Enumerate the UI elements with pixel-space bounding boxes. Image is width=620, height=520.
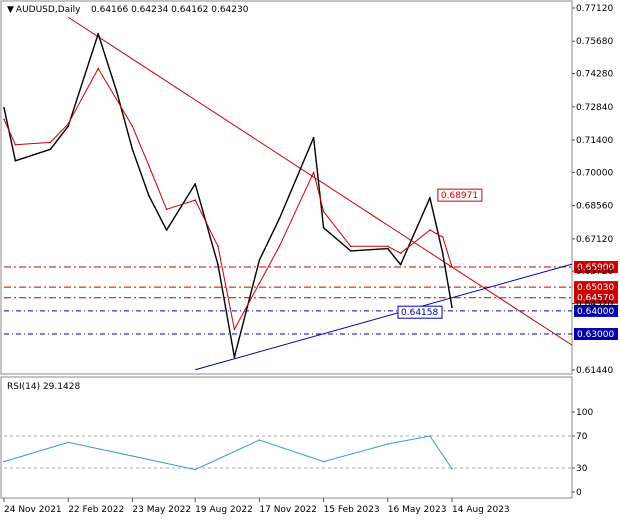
chart-canvas: 0.659000.650300.645700.640000.63000 0.68… bbox=[0, 0, 618, 515]
time-axis: 24 Nov 2021 22 Feb 2022 23 May 2022 19 Aug … bbox=[3, 498, 510, 515]
rsi-panel-frame bbox=[0, 376, 573, 499]
level-badge-label-2: 0.65030 bbox=[577, 283, 614, 293]
rsi-axis: 100 70 30 0 bbox=[572, 408, 593, 498]
annotation-label-1: 0.68971 bbox=[441, 191, 478, 201]
rsi-point-1 bbox=[3, 460, 5, 463]
price-point-18 bbox=[386, 247, 389, 250]
price-point-13 bbox=[258, 259, 261, 261]
ma-point-18 bbox=[399, 252, 402, 254]
price-point-1 bbox=[3, 106, 5, 109]
rsi-point-2 bbox=[67, 441, 70, 444]
ma-point-7 bbox=[148, 164, 150, 167]
ma-point-11 bbox=[233, 328, 236, 331]
level-badge-label-5: 0.63000 bbox=[577, 330, 614, 340]
rsi-point-9 bbox=[451, 467, 453, 470]
price-point-12 bbox=[233, 356, 236, 358]
price-point-2 bbox=[14, 160, 17, 162]
ma-point-3 bbox=[49, 141, 52, 144]
ma-point-2 bbox=[14, 143, 17, 146]
time-tick-label-5: 17 Nov 2022 bbox=[259, 505, 317, 515]
price-point-17 bbox=[349, 250, 352, 252]
rsi-point-4 bbox=[194, 468, 196, 471]
ma-point-14 bbox=[312, 171, 315, 174]
price-point-3 bbox=[49, 148, 52, 151]
price-tick-label-9: 0.65720 bbox=[576, 267, 613, 277]
ma-point-6 bbox=[131, 125, 134, 128]
ma-point-15 bbox=[322, 210, 325, 213]
rsi-point-6 bbox=[322, 460, 325, 463]
rsi-tick-label-3: 30 bbox=[576, 464, 588, 474]
time-tick-label-6: 15 Feb 2023 bbox=[324, 505, 380, 515]
ma-point-20 bbox=[441, 236, 444, 238]
price-point-6 bbox=[115, 90, 118, 93]
ma-point-17 bbox=[386, 245, 389, 248]
price-tick-label-1: 0.77120 bbox=[576, 4, 613, 14]
header-arrow-icon: ▼ bbox=[7, 5, 14, 15]
time-tick-label-8: 14 Aug 2023 bbox=[452, 505, 510, 515]
rsi-point-7 bbox=[386, 443, 389, 445]
price-point-15 bbox=[312, 136, 315, 139]
ma-point-21 bbox=[451, 266, 453, 268]
price-point-4 bbox=[67, 125, 70, 128]
ma-point-10 bbox=[217, 245, 219, 248]
price-tick-label-2: 0.75680 bbox=[576, 37, 613, 47]
rsi-point-3 bbox=[131, 455, 134, 457]
price-tick-label-5: 0.71400 bbox=[576, 136, 613, 146]
rsi-point-8 bbox=[429, 435, 431, 437]
annotation-label-2: 0.64158 bbox=[401, 308, 438, 318]
chart-header-symbol: ▼ AUDUSD,Daily bbox=[7, 5, 81, 15]
time-tick-label-3: 23 May 2022 bbox=[132, 505, 191, 515]
price-point-11 bbox=[217, 263, 219, 266]
ma-point-4 bbox=[67, 123, 70, 125]
price-point-19 bbox=[399, 263, 402, 266]
ma-point-1 bbox=[3, 118, 5, 121]
time-tick-label-7: 16 May 2023 bbox=[388, 505, 447, 515]
price-tick-label-7: 0.68560 bbox=[576, 202, 613, 212]
price-point-8 bbox=[148, 194, 150, 197]
ma-point-12 bbox=[258, 282, 261, 284]
time-tick-label-2: 22 Feb 2022 bbox=[68, 505, 124, 515]
ma-point-5 bbox=[97, 67, 99, 70]
chart-window: 0.65900 0.65030 0.64570 0.64000 0.63000 0.68… bbox=[0, 0, 620, 520]
price-tick-label-10: 0.64320 bbox=[576, 300, 613, 310]
price-point-22 bbox=[451, 306, 453, 309]
rsi-tick-label-4: 0 bbox=[576, 488, 582, 498]
symbol-label: AUDUSD,Daily bbox=[16, 5, 81, 15]
ma-point-8 bbox=[165, 208, 168, 211]
price-point-5 bbox=[97, 33, 99, 35]
chart-header-ohlc: 0.64166 0.64234 0.64162 0.64230 bbox=[91, 5, 249, 15]
price-tick-label-8: 0.67120 bbox=[576, 235, 613, 245]
time-tick-label-4: 19 Aug 2022 bbox=[195, 505, 253, 515]
price-tick-label-4: 0.72840 bbox=[576, 103, 613, 113]
time-tick-label-1: 24 Nov 2021 bbox=[4, 505, 62, 515]
price-point-7 bbox=[131, 148, 134, 151]
rsi-tick-label-2: 70 bbox=[576, 432, 588, 442]
rsi-point-5 bbox=[258, 439, 261, 441]
price-point-9 bbox=[165, 229, 168, 231]
price-point-14 bbox=[278, 217, 281, 220]
ma-point-16 bbox=[349, 245, 352, 248]
ma-point-19 bbox=[429, 229, 431, 231]
rsi-header-label: RSI(14) 29.1428 bbox=[7, 382, 80, 392]
price-point-16 bbox=[322, 226, 325, 229]
price-tick-label-3: 0.74280 bbox=[576, 70, 613, 80]
price-point-21 bbox=[441, 252, 444, 254]
price-point-10 bbox=[194, 183, 196, 185]
price-axis: 0.77120 0.75680 0.74280 0.72840 0.71400 0.700… bbox=[572, 4, 613, 376]
price-tick-label-6: 0.70000 bbox=[576, 168, 613, 178]
price-tick-label-11: 0.61440 bbox=[576, 366, 613, 376]
ma-point-13 bbox=[278, 245, 281, 248]
ma-point-9 bbox=[194, 199, 196, 201]
price-point-20 bbox=[429, 196, 431, 199]
price-panel-frame bbox=[0, 0, 573, 375]
rsi-tick-label-1: 100 bbox=[576, 408, 593, 418]
